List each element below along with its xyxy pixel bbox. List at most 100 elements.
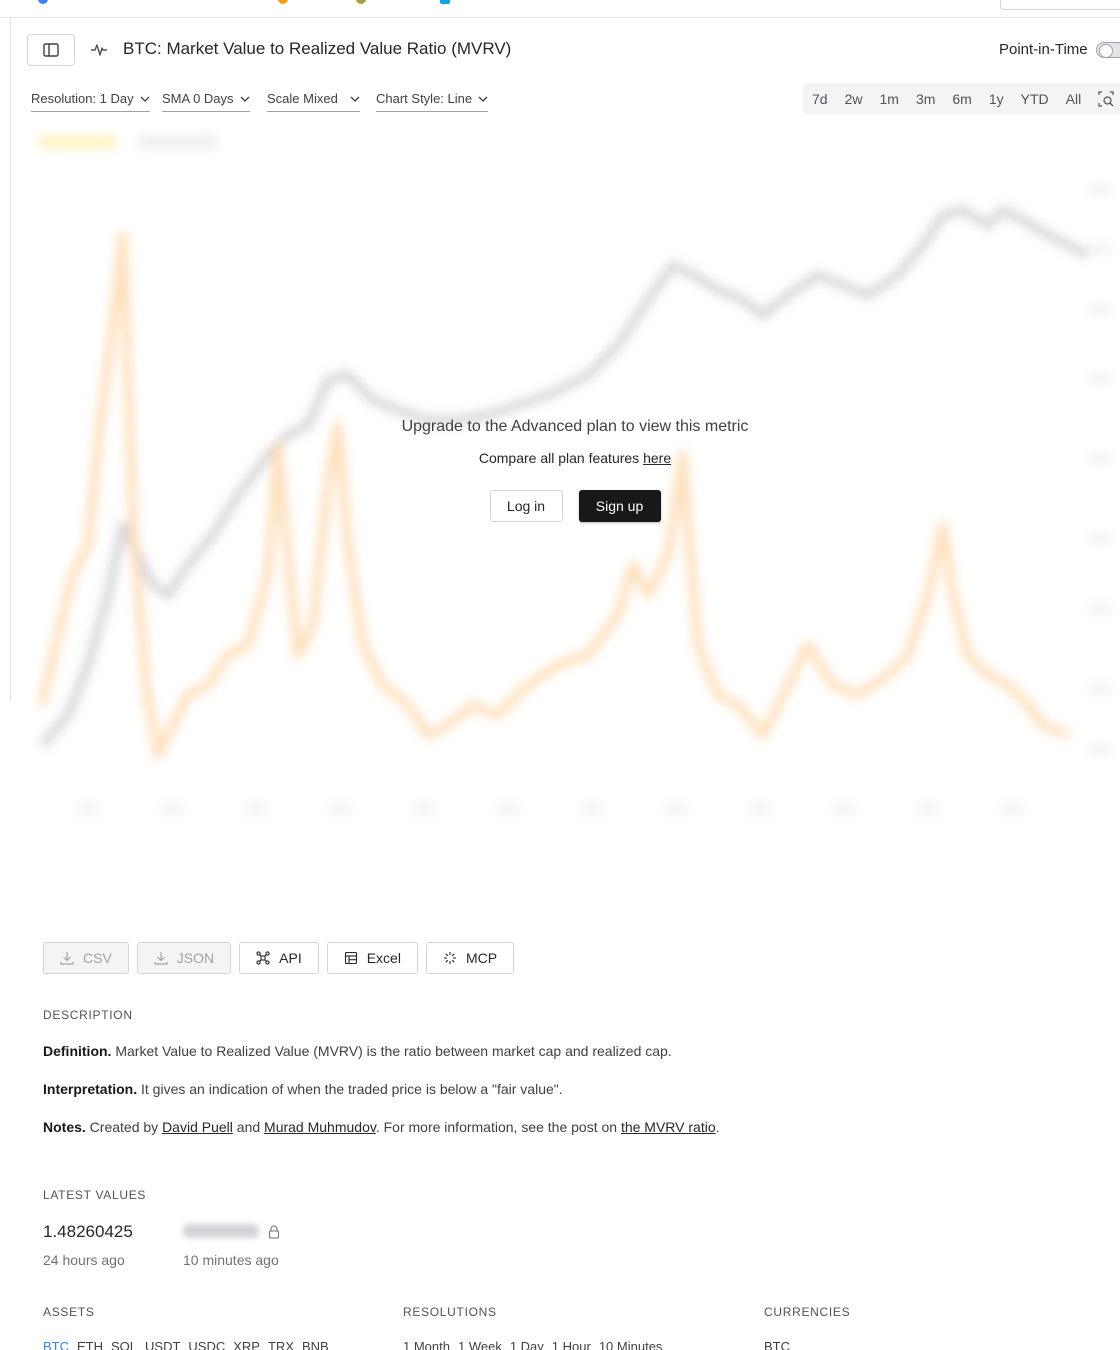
upgrade-paywall: Upgrade to the Advanced plan to view thi… [340,418,810,522]
resolution-link[interactable]: 10 Minutes [599,1339,663,1350]
chevron-down-icon [240,96,249,102]
definition-label: Definition. [43,1043,112,1059]
sma-dropdown[interactable]: SMA 0 Days [162,91,250,112]
asset-link[interactable]: ETH [77,1339,103,1350]
notes-text: Notes. Created by David Puell and Murad … [43,1119,720,1135]
currencies-heading: CURRENCIES [764,1305,851,1319]
asset-link[interactable]: TRX [268,1339,294,1350]
scale-label: Scale Mixed [267,91,338,106]
notes-end: . [715,1119,720,1135]
asset-link[interactable]: BNB [302,1339,329,1350]
range-7d-button[interactable]: 7d [812,91,828,107]
compare-plans-link[interactable]: here [643,450,671,466]
chart-style-label: Chart Style: Line [376,91,473,106]
activity-icon [91,44,107,56]
api-icon [256,951,270,965]
point-in-time-toggle[interactable] [1096,42,1120,58]
resolutions-list: 1 Month 1 Week 1 Day 1 Hour 10 Minutes [403,1339,662,1350]
currency-link[interactable]: BTC [764,1339,790,1350]
assets-list: BTC ETH SOL USDT USDC XRP TRX BNB [43,1339,329,1350]
asset-link[interactable]: XRP [233,1339,260,1350]
description-heading: DESCRIPTION [43,1008,133,1022]
zoom-select-icon[interactable] [1098,90,1114,107]
excel-label: Excel [366,950,401,966]
csv-label: CSV [83,950,112,966]
mcp-label: MCP [465,950,498,966]
scale-dropdown[interactable]: Scale Mixed [267,91,360,112]
interpretation-body: It gives an indication of when the trade… [137,1081,563,1097]
nav-icon[interactable] [38,0,48,4]
mvrv-post-link[interactable]: the MVRV ratio [621,1119,716,1135]
locked-value-time: 10 minutes ago [183,1252,279,1268]
chevron-down-icon [140,96,150,102]
resolutions-heading: RESOLUTIONS [403,1305,497,1319]
author-link[interactable]: Murad Muhmudov [264,1119,376,1135]
latest-value: 1.48260425 [43,1222,133,1241]
interpretation-text: Interpretation. It gives an indication o… [43,1081,563,1097]
latest-values-heading: LATEST VALUES [43,1188,147,1202]
api-label: API [279,950,302,966]
point-in-time-label: Point-in-Time [999,41,1088,58]
top-search-box[interactable] [1000,0,1120,10]
legend-item [38,135,118,149]
range-3m-button[interactable]: 3m [916,91,935,107]
legend-item [138,135,218,149]
json-download-button[interactable]: JSON [136,942,232,974]
range-1m-button[interactable]: 1m [879,91,898,107]
resolution-link[interactable]: 1 Month [403,1339,450,1350]
sidebar-toggle-button[interactable] [27,34,75,66]
definition-body: Market Value to Realized Value (MVRV) is… [111,1043,672,1059]
notes-prefix: Created by [85,1119,163,1135]
sidebar-panel-icon [43,43,59,57]
resolution-link[interactable]: 1 Week [458,1339,502,1350]
paywall-subtitle-text: Compare all plan features [478,450,644,466]
resolution-link[interactable]: 1 Day [510,1339,544,1350]
interpretation-label: Interpretation. [43,1081,138,1097]
notes-label: Notes. [43,1119,86,1135]
chart-style-dropdown[interactable]: Chart Style: Line [376,91,489,112]
asset-link[interactable]: USDC [188,1339,225,1350]
download-icon [154,952,168,965]
resolution-link[interactable]: 1 Hour [552,1339,591,1350]
paywall-subtitle: Compare all plan features here [340,450,810,466]
spreadsheet-icon [344,951,357,965]
page-title: BTC: Market Value to Realized Value Rati… [123,39,512,58]
csv-download-button[interactable]: CSV [43,942,129,974]
chevron-down-icon [478,96,488,102]
login-button[interactable]: Log in [489,490,563,522]
currencies-list: BTC [764,1339,790,1350]
locked-value-blurred [183,1224,259,1238]
lock-icon [268,1225,280,1239]
range-2w-button[interactable]: 2w [845,91,863,107]
time-range-selector: 7d 2w 1m 3m 6m 1y YTD All [803,83,1120,114]
export-toolbar: CSV JSON API Excel MCP [43,942,515,974]
paywall-title: Upgrade to the Advanced plan to view thi… [401,418,749,435]
range-6m-button[interactable]: 6m [952,91,971,107]
chevron-down-icon [350,96,360,102]
asset-link[interactable]: SOL [111,1339,137,1350]
nav-icon[interactable] [278,0,288,4]
sparkle-icon [443,952,456,964]
download-icon [60,952,74,965]
asset-link[interactable]: BTC [43,1339,69,1350]
sma-label: SMA 0 Days [162,91,234,106]
range-1y-button[interactable]: 1y [989,91,1004,107]
mcp-button[interactable]: MCP [425,942,515,974]
nav-icon[interactable] [356,0,366,4]
resolution-dropdown[interactable]: Resolution: 1 Day [31,91,150,112]
notes-middle: . For more information, see the post on [375,1119,621,1135]
asset-link[interactable]: USDT [145,1339,180,1350]
assets-heading: ASSETS [43,1305,95,1319]
range-ytd-button[interactable]: YTD [1021,91,1049,107]
nav-icon[interactable] [440,0,450,4]
author-link[interactable]: David Puell [162,1119,233,1135]
signup-button[interactable]: Sign up [578,490,661,522]
resolution-label: Resolution: 1 Day [31,91,134,106]
range-all-button[interactable]: All [1066,91,1082,107]
sidebar-divider [10,18,11,700]
excel-button[interactable]: Excel [326,942,418,974]
json-label: JSON [176,950,215,966]
definition-text: Definition. Market Value to Realized Val… [43,1043,672,1059]
top-navigation-strip [0,0,1120,18]
api-button[interactable]: API [239,942,319,974]
